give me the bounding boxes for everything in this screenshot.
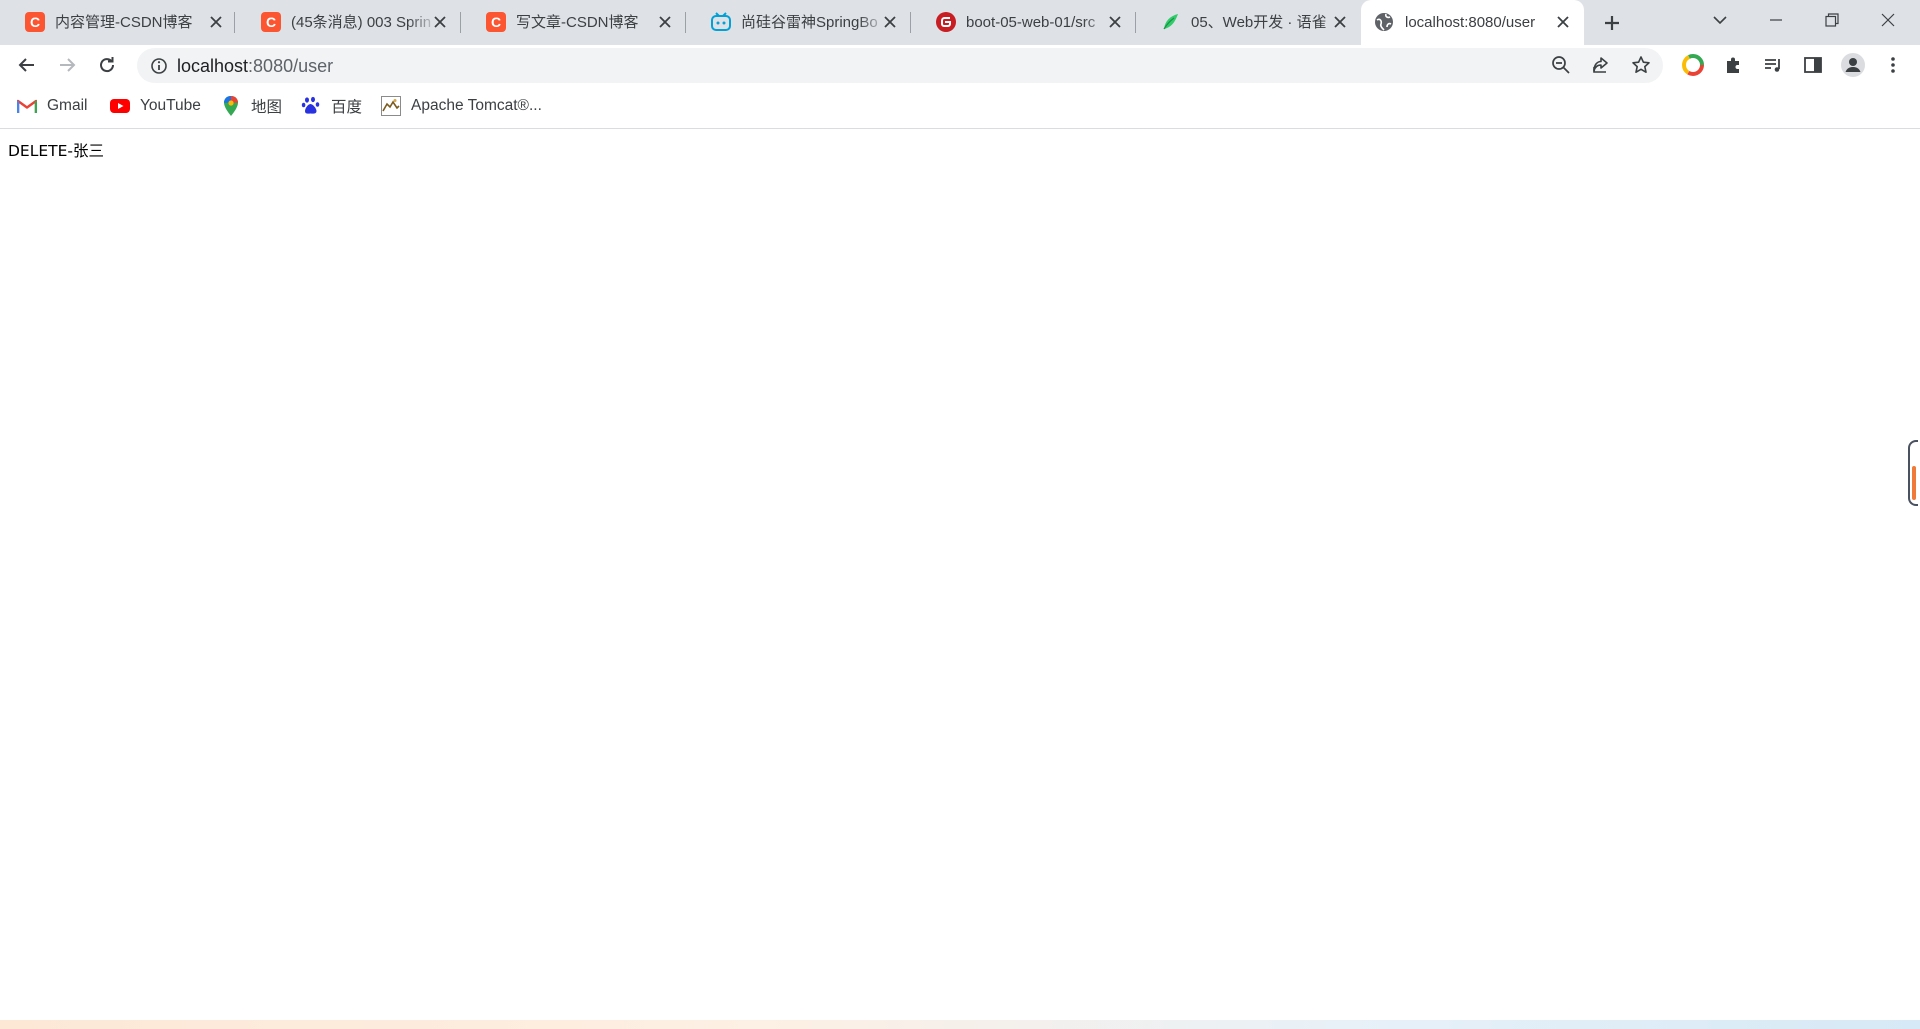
avatar-icon [1841,53,1865,77]
address-bar[interactable]: localhost:8080/user [137,48,1663,83]
tab-gitee[interactable]: boot-05-web-01/src [911,0,1136,45]
new-tab-button[interactable] [1584,3,1640,43]
svg-text:C: C [491,14,501,30]
bookmark-baidu[interactable]: 百度 [301,95,362,117]
close-icon[interactable] [1331,13,1349,31]
bilibili-icon [711,12,731,31]
bookmark-maps[interactable]: 地图 [221,95,282,117]
bookmark-gmail[interactable]: Gmail [17,95,87,117]
plus-icon [1605,16,1619,30]
close-icon[interactable] [1554,13,1572,31]
tab-localhost-user[interactable]: localhost:8080/user [1361,0,1584,45]
gitee-icon [936,12,956,32]
bookmark-label: YouTube [140,97,201,114]
response-text: DELETE-张三 [8,142,105,160]
close-icon [1881,13,1895,27]
forward-arrow-icon [60,58,76,72]
zoom-button[interactable] [1547,51,1575,79]
chevron-down-icon [1713,16,1727,25]
bookmark-label: 地图 [251,99,283,116]
yuque-icon [1163,14,1178,30]
close-icon[interactable] [656,13,674,31]
close-window-button[interactable] [1860,0,1916,40]
close-icon[interactable] [881,13,899,31]
puzzle-icon [1727,57,1739,73]
maps-icon [221,96,241,116]
tab-title: localhost:8080/user [1405,14,1536,31]
close-icon[interactable] [431,13,449,31]
url-host: localhost [177,56,249,76]
bookmark-tomcat[interactable]: Apache Tomcat®... [381,95,542,117]
csdn-icon: C [261,12,281,32]
svg-text:C: C [30,14,40,30]
tab-title: 内容管理-CSDN博客 [55,14,193,31]
minimize-button[interactable] [1748,0,1804,40]
media-button[interactable] [1759,51,1787,79]
chrome-extension-icon [1682,54,1704,76]
menu-button[interactable] [1879,51,1907,79]
url-path: :8080/user [248,56,334,76]
tab-csdn-write[interactable]: C 写文章-CSDN博客 [461,0,686,45]
profile-button[interactable] [1839,51,1867,79]
zoom-out-icon [1552,56,1570,74]
baidu-icon [301,96,321,116]
star-icon [1632,56,1650,73]
side-panel-handle[interactable] [1908,440,1918,506]
forward-button[interactable] [51,49,83,81]
tab-title: 05、Web开发 · 语雀 [1191,14,1327,31]
reload-button[interactable] [91,49,123,81]
reload-icon [100,57,115,73]
csdn-icon: C [486,12,506,32]
bookmark-label: Apache Tomcat®... [411,97,542,114]
svg-text:C: C [266,14,276,30]
url-text[interactable]: localhost:8080/user [177,56,333,76]
handle-indicator [1912,466,1916,500]
csdn-icon: C [25,12,45,32]
side-panel-button[interactable] [1799,51,1827,79]
gmail-icon [17,96,37,116]
info-icon[interactable] [150,57,168,75]
tab-csdn-messages[interactable]: C (45条消息) 003 Sprin [236,0,461,45]
close-icon[interactable] [1106,13,1124,31]
tab-yuque[interactable]: 05、Web开发 · 语雀 [1136,0,1361,45]
close-icon[interactable] [207,13,225,31]
minimize-icon [1770,19,1782,21]
toolbar: localhost:8080/user [0,45,1920,85]
playlist-icon [1765,59,1780,72]
tomcat-icon [381,96,401,116]
tab-bilibili[interactable]: 尚硅谷雷神SpringBo [686,0,911,45]
share-button[interactable] [1587,51,1615,79]
extension-color-button[interactable] [1679,51,1707,79]
tab-title: 写文章-CSDN博客 [516,14,639,31]
bookmark-star-button[interactable] [1627,51,1655,79]
restore-button[interactable] [1804,0,1860,40]
youtube-icon [110,96,130,116]
tab-search-button[interactable] [1692,0,1748,40]
bookmark-label: 百度 [331,99,363,116]
restore-icon [1825,13,1839,27]
back-arrow-icon [18,58,34,72]
tab-separator [234,12,235,33]
tab-csdn-content[interactable]: C 内容管理-CSDN博客 [0,0,235,45]
bookmark-label: Gmail [47,97,88,114]
more-vert-icon [1891,57,1895,73]
back-button[interactable] [11,49,43,81]
bookmark-youtube[interactable]: YouTube [110,95,201,117]
bookmarks-bar: Gmail YouTube 地图 百度 Apache Tomcat®... [0,85,1920,129]
tab-strip: C 内容管理-CSDN博客 C (45条消息) 003 Sprin C 写文章-… [0,0,1920,45]
taskbar-edge [0,1020,1920,1029]
globe-icon [1375,13,1393,31]
side-panel-icon [1804,57,1822,73]
share-icon [1593,57,1608,73]
page-content: DELETE-张三 [0,129,1920,1020]
extensions-button[interactable] [1719,51,1747,79]
